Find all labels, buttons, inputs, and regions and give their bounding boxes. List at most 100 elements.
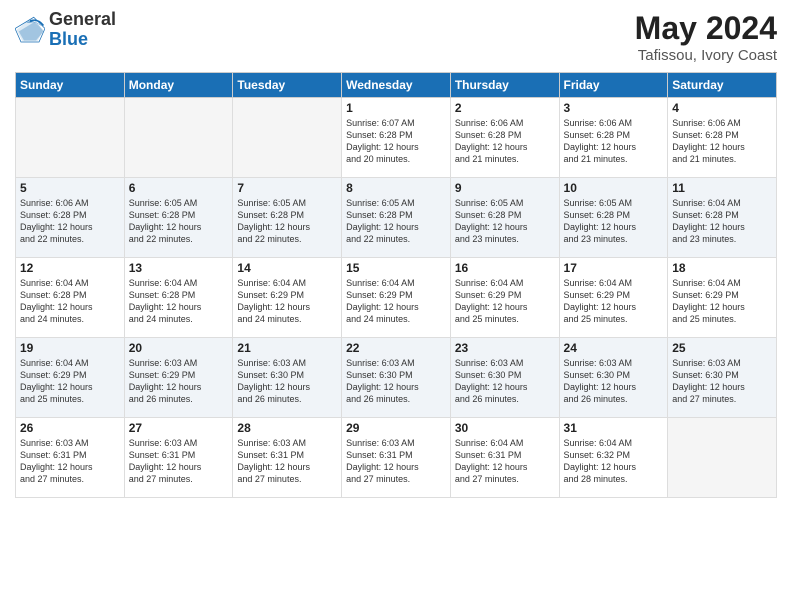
calendar-cell bbox=[124, 98, 233, 178]
calendar-cell: 24 Sunrise: 6:03 AM Sunset: 6:30 PM Dayli… bbox=[559, 338, 668, 418]
day-info: Sunrise: 6:03 AM Sunset: 6:31 PM Dayligh… bbox=[129, 437, 229, 486]
day-number: 31 bbox=[564, 421, 664, 435]
logo: General Blue bbox=[15, 10, 116, 50]
day-number: 14 bbox=[237, 261, 337, 275]
calendar-cell: 15 Sunrise: 6:04 AM Sunset: 6:29 PM Dayli… bbox=[342, 258, 451, 338]
calendar-cell: 3 Sunrise: 6:06 AM Sunset: 6:28 PM Daylig… bbox=[559, 98, 668, 178]
calendar-cell: 16Sunrise: 6:04 AM Sunset: 6:29 PM Dayli… bbox=[450, 258, 559, 338]
calendar-cell bbox=[668, 418, 777, 498]
calendar-cell: 31Sunrise: 6:04 AM Sunset: 6:32 PM Dayli… bbox=[559, 418, 668, 498]
day-number: 1 bbox=[346, 101, 446, 115]
day-info: Sunrise: 6:06 AM Sunset: 6:28 PM Dayligh… bbox=[455, 117, 555, 166]
day-info: Sunrise: 6:05 AM Sunset: 6:28 PM Dayligh… bbox=[346, 197, 446, 246]
day-number: 5 bbox=[20, 181, 120, 195]
calendar-cell: 23 Sunrise: 6:03 AM Sunset: 6:30 PM Dayli… bbox=[450, 338, 559, 418]
week-row-4: 26 Sunrise: 6:03 AM Sunset: 6:31 PM Dayli… bbox=[16, 418, 777, 498]
calendar-cell: 17Sunrise: 6:04 AM Sunset: 6:29 PM Dayli… bbox=[559, 258, 668, 338]
calendar-cell: 21 Sunrise: 6:03 AM Sunset: 6:30 PM Dayli… bbox=[233, 338, 342, 418]
day-number: 28 bbox=[237, 421, 337, 435]
day-number: 23 bbox=[455, 341, 555, 355]
day-number: 29 bbox=[346, 421, 446, 435]
day-number: 27 bbox=[129, 421, 229, 435]
day-info: Sunrise: 6:06 AM Sunset: 6:28 PM Dayligh… bbox=[20, 197, 120, 246]
calendar-cell: 8 Sunrise: 6:05 AM Sunset: 6:28 PM Daylig… bbox=[342, 178, 451, 258]
calendar-cell: 6 Sunrise: 6:05 AM Sunset: 6:28 PM Daylig… bbox=[124, 178, 233, 258]
day-info: Sunrise: 6:03 AM Sunset: 6:30 PM Dayligh… bbox=[564, 357, 664, 406]
calendar-cell: 30 Sunrise: 6:04 AM Sunset: 6:31 PM Dayli… bbox=[450, 418, 559, 498]
day-info: Sunrise: 6:07 AM Sunset: 6:28 PM Dayligh… bbox=[346, 117, 446, 166]
calendar-cell: 2 Sunrise: 6:06 AM Sunset: 6:28 PM Daylig… bbox=[450, 98, 559, 178]
day-number: 8 bbox=[346, 181, 446, 195]
calendar-cell: 10Sunrise: 6:05 AM Sunset: 6:28 PM Dayli… bbox=[559, 178, 668, 258]
calendar-cell: 26 Sunrise: 6:03 AM Sunset: 6:31 PM Dayli… bbox=[16, 418, 125, 498]
day-info: Sunrise: 6:03 AM Sunset: 6:30 PM Dayligh… bbox=[672, 357, 772, 406]
day-number: 30 bbox=[455, 421, 555, 435]
day-info: Sunrise: 6:06 AM Sunset: 6:28 PM Dayligh… bbox=[672, 117, 772, 166]
calendar-cell: 20Sunrise: 6:03 AM Sunset: 6:29 PM Dayli… bbox=[124, 338, 233, 418]
header-sunday: Sunday bbox=[16, 73, 125, 98]
header-friday: Friday bbox=[559, 73, 668, 98]
day-info: Sunrise: 6:05 AM Sunset: 6:28 PM Dayligh… bbox=[564, 197, 664, 246]
day-number: 12 bbox=[20, 261, 120, 275]
day-number: 18 bbox=[672, 261, 772, 275]
logo-text: General Blue bbox=[49, 10, 116, 50]
day-number: 21 bbox=[237, 341, 337, 355]
day-number: 11 bbox=[672, 181, 772, 195]
day-number: 26 bbox=[20, 421, 120, 435]
calendar-cell: 14 Sunrise: 6:04 AM Sunset: 6:29 PM Dayli… bbox=[233, 258, 342, 338]
calendar-cell: 27 Sunrise: 6:03 AM Sunset: 6:31 PM Dayli… bbox=[124, 418, 233, 498]
day-number: 7 bbox=[237, 181, 337, 195]
day-info: Sunrise: 6:04 AM Sunset: 6:29 PM Dayligh… bbox=[672, 277, 772, 326]
day-number: 24 bbox=[564, 341, 664, 355]
week-row-2: 12 Sunrise: 6:04 AM Sunset: 6:28 PM Dayli… bbox=[16, 258, 777, 338]
calendar-cell: 4Sunrise: 6:06 AM Sunset: 6:28 PM Daylig… bbox=[668, 98, 777, 178]
header-monday: Monday bbox=[124, 73, 233, 98]
calendar-cell: 28 Sunrise: 6:03 AM Sunset: 6:31 PM Dayli… bbox=[233, 418, 342, 498]
calendar-cell: 25 Sunrise: 6:03 AM Sunset: 6:30 PM Dayli… bbox=[668, 338, 777, 418]
day-info: Sunrise: 6:05 AM Sunset: 6:28 PM Dayligh… bbox=[237, 197, 337, 246]
page-container: General Blue May 2024 Tafissou, Ivory Co… bbox=[0, 0, 792, 508]
logo-general: General bbox=[49, 10, 116, 30]
week-row-3: 19Sunrise: 6:04 AM Sunset: 6:29 PM Dayli… bbox=[16, 338, 777, 418]
day-info: Sunrise: 6:04 AM Sunset: 6:29 PM Dayligh… bbox=[346, 277, 446, 326]
day-info: Sunrise: 6:04 AM Sunset: 6:31 PM Dayligh… bbox=[455, 437, 555, 486]
calendar-cell: 29 Sunrise: 6:03 AM Sunset: 6:31 PM Dayli… bbox=[342, 418, 451, 498]
day-info: Sunrise: 6:04 AM Sunset: 6:28 PM Dayligh… bbox=[20, 277, 120, 326]
calendar-cell: 11Sunrise: 6:04 AM Sunset: 6:28 PM Dayli… bbox=[668, 178, 777, 258]
weekday-header-row: Sunday Monday Tuesday Wednesday Thursday… bbox=[16, 73, 777, 98]
day-number: 25 bbox=[672, 341, 772, 355]
calendar-cell: 7 Sunrise: 6:05 AM Sunset: 6:28 PM Daylig… bbox=[233, 178, 342, 258]
day-number: 6 bbox=[129, 181, 229, 195]
day-number: 16 bbox=[455, 261, 555, 275]
day-number: 13 bbox=[129, 261, 229, 275]
day-number: 3 bbox=[564, 101, 664, 115]
header: General Blue May 2024 Tafissou, Ivory Co… bbox=[15, 10, 777, 64]
header-thursday: Thursday bbox=[450, 73, 559, 98]
week-row-1: 5 Sunrise: 6:06 AM Sunset: 6:28 PM Daylig… bbox=[16, 178, 777, 258]
day-info: Sunrise: 6:03 AM Sunset: 6:31 PM Dayligh… bbox=[20, 437, 120, 486]
title-block: May 2024 Tafissou, Ivory Coast bbox=[635, 10, 777, 64]
header-saturday: Saturday bbox=[668, 73, 777, 98]
day-info: Sunrise: 6:06 AM Sunset: 6:28 PM Dayligh… bbox=[564, 117, 664, 166]
day-number: 2 bbox=[455, 101, 555, 115]
day-info: Sunrise: 6:03 AM Sunset: 6:31 PM Dayligh… bbox=[346, 437, 446, 486]
day-number: 15 bbox=[346, 261, 446, 275]
week-row-0: 1 Sunrise: 6:07 AM Sunset: 6:28 PM Daylig… bbox=[16, 98, 777, 178]
calendar-cell: 13Sunrise: 6:04 AM Sunset: 6:28 PM Dayli… bbox=[124, 258, 233, 338]
header-tuesday: Tuesday bbox=[233, 73, 342, 98]
day-info: Sunrise: 6:03 AM Sunset: 6:29 PM Dayligh… bbox=[129, 357, 229, 406]
day-number: 17 bbox=[564, 261, 664, 275]
calendar-cell: 18 Sunrise: 6:04 AM Sunset: 6:29 PM Dayli… bbox=[668, 258, 777, 338]
day-info: Sunrise: 6:05 AM Sunset: 6:28 PM Dayligh… bbox=[129, 197, 229, 246]
header-wednesday: Wednesday bbox=[342, 73, 451, 98]
logo-blue: Blue bbox=[49, 30, 116, 50]
day-info: Sunrise: 6:04 AM Sunset: 6:29 PM Dayligh… bbox=[237, 277, 337, 326]
calendar-cell: 12 Sunrise: 6:04 AM Sunset: 6:28 PM Dayli… bbox=[16, 258, 125, 338]
day-number: 22 bbox=[346, 341, 446, 355]
month-title: May 2024 bbox=[635, 10, 777, 47]
day-info: Sunrise: 6:03 AM Sunset: 6:30 PM Dayligh… bbox=[346, 357, 446, 406]
day-info: Sunrise: 6:03 AM Sunset: 6:30 PM Dayligh… bbox=[455, 357, 555, 406]
day-info: Sunrise: 6:03 AM Sunset: 6:31 PM Dayligh… bbox=[237, 437, 337, 486]
day-info: Sunrise: 6:03 AM Sunset: 6:30 PM Dayligh… bbox=[237, 357, 337, 406]
calendar-cell: 5 Sunrise: 6:06 AM Sunset: 6:28 PM Daylig… bbox=[16, 178, 125, 258]
